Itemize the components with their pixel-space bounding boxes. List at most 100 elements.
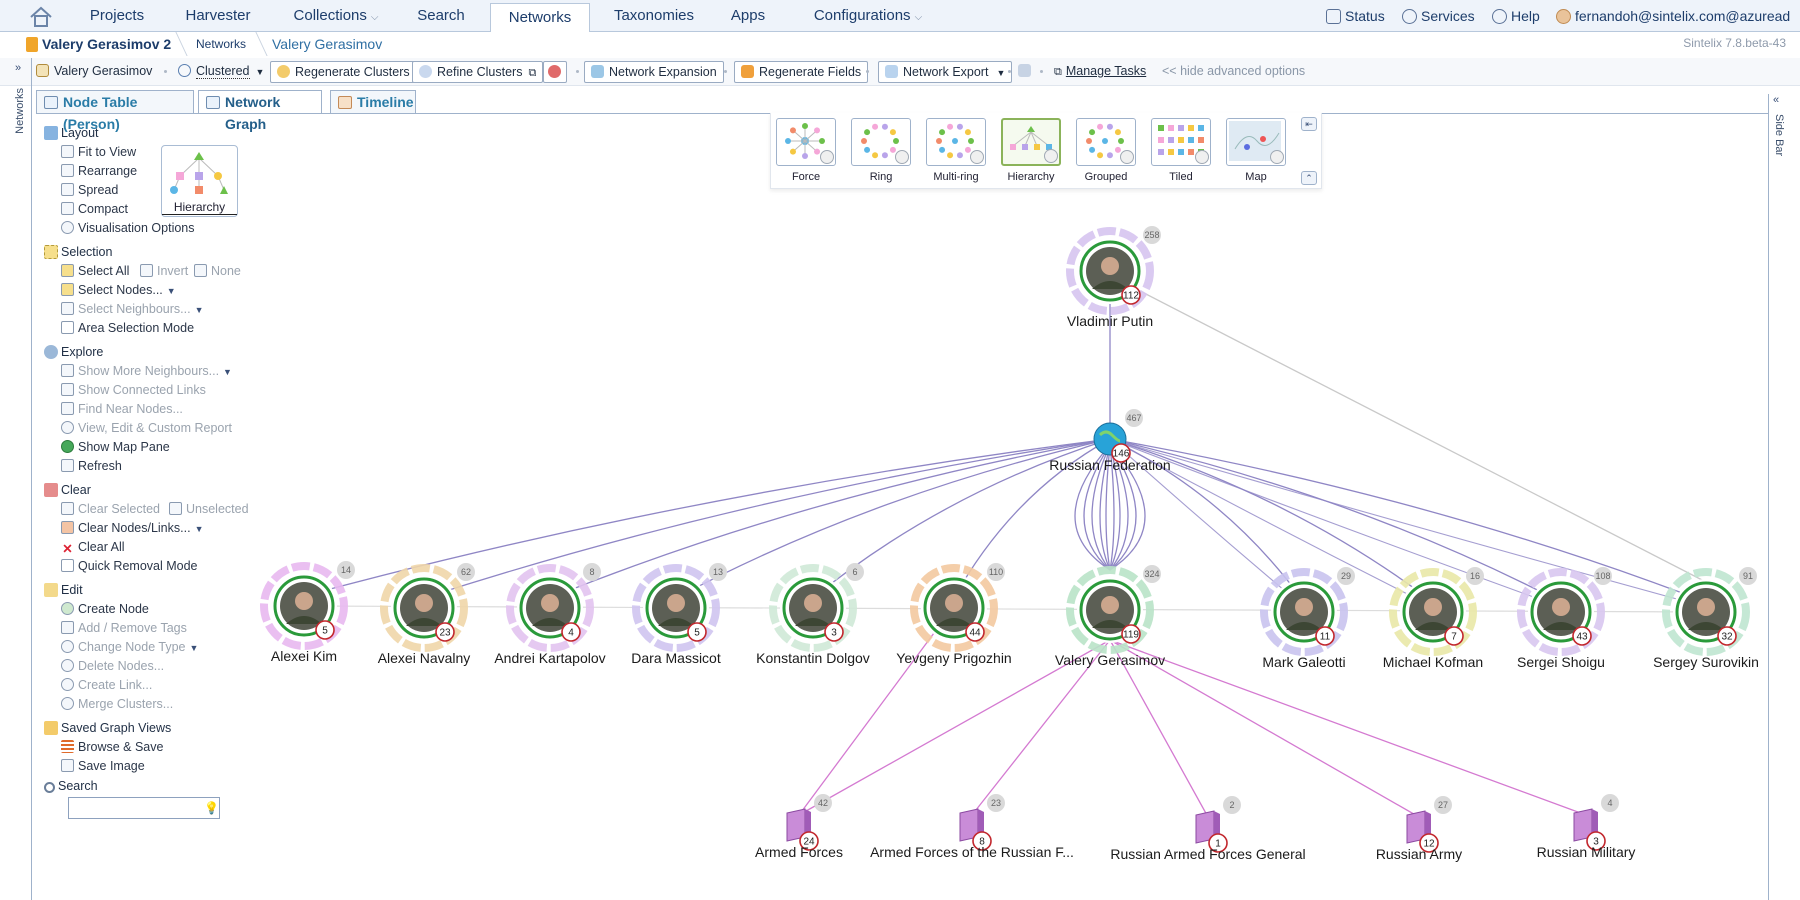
nav-tab-networks-label: Networks: [508, 9, 572, 26]
clear-unselected-icon: [169, 502, 182, 515]
nav-tab-projects[interactable]: Projects: [76, 0, 158, 32]
browse-save-button[interactable]: Browse & Save: [61, 740, 163, 758]
search-input[interactable]: [68, 797, 220, 819]
layout-option-multi-ring[interactable]: Multi-ring: [926, 118, 986, 188]
layout-settings-icon[interactable]: [1044, 149, 1058, 163]
lightbulb-icon[interactable]: 💡: [204, 801, 219, 815]
layout-option-force[interactable]: Force: [776, 118, 836, 188]
status-link[interactable]: Status: [1326, 0, 1385, 32]
merge-icon: [61, 697, 74, 710]
entity-label: Valery Gerasimov: [54, 64, 153, 78]
show-connected-links-button[interactable]: Show Connected Links: [61, 383, 206, 401]
clear-selected-button[interactable]: Clear Selected: [61, 502, 160, 520]
nav-tab-harvester[interactable]: Harvester: [170, 0, 266, 32]
layout-option-grouped[interactable]: Grouped: [1076, 118, 1136, 188]
dropdown-arrow-icon: ▼: [194, 524, 204, 534]
cluster-settings-button[interactable]: [543, 61, 567, 83]
invert-selection-button[interactable]: Invert: [140, 264, 188, 282]
area-selection-mode-label: Area Selection Mode: [78, 321, 195, 335]
expansion-icon: [591, 65, 604, 78]
refresh-button[interactable]: Refresh: [61, 459, 122, 477]
compact-button[interactable]: Compact: [61, 202, 128, 220]
refine-clusters-button[interactable]: Refine Clusters ⧉: [412, 61, 544, 83]
create-node-button[interactable]: Create Node: [61, 602, 149, 620]
layout-option-hierarchy[interactable]: Hierarchy: [1001, 118, 1061, 188]
cluster-icon: [178, 64, 191, 77]
hide-advanced-options-link[interactable]: << hide advanced options: [1156, 61, 1311, 83]
entity-selector[interactable]: Valery Gerasimov: [30, 61, 158, 83]
nav-tab-configurations[interactable]: Configurations ⌵: [802, 0, 934, 32]
status-label: Status: [1345, 8, 1385, 24]
tab-network-graph[interactable]: Network Graph: [198, 90, 322, 132]
rearrange-button[interactable]: Rearrange: [61, 164, 137, 182]
explore-section-title: Explore: [61, 345, 104, 359]
visualisation-options-button[interactable]: Visualisation Options: [61, 221, 195, 239]
clear-unselected-button[interactable]: Unselected: [169, 502, 249, 520]
network-export-button[interactable]: Network Export ▼: [878, 61, 1013, 83]
print-button[interactable]: [1012, 61, 1042, 83]
services-link[interactable]: Services: [1402, 0, 1475, 32]
show-more-neighbours-dropdown[interactable]: Show More Neighbours... ▼: [61, 364, 232, 382]
network-expansion-label: Network Expansion: [609, 65, 717, 79]
nav-tab-networks[interactable]: Networks: [490, 3, 590, 33]
home-icon[interactable]: [28, 6, 54, 28]
collapse-panel-button[interactable]: ⌃: [1301, 171, 1317, 185]
layout-settings-icon[interactable]: [1195, 150, 1209, 164]
layout-settings-icon[interactable]: [1120, 150, 1134, 164]
area-selection-mode-checkbox[interactable]: Area Selection Mode: [61, 321, 194, 339]
add-remove-tags-button[interactable]: Add / Remove Tags: [61, 621, 187, 639]
tab-timeline[interactable]: Timeline: [330, 90, 416, 114]
select-nodes-dropdown[interactable]: Select Nodes... ▼: [61, 283, 176, 301]
nav-tab-apps[interactable]: Apps: [716, 0, 780, 32]
toolbar-separator: [1008, 70, 1011, 73]
change-node-type-dropdown[interactable]: Change Node Type ▼: [61, 640, 198, 658]
networks-side-strip[interactable]: » Networks: [12, 58, 32, 900]
create-link-button[interactable]: Create Link...: [61, 678, 152, 696]
explore-section-header: Explore: [44, 345, 103, 363]
fit-to-view-button[interactable]: Fit to View: [61, 145, 136, 163]
save-image-label: Save Image: [78, 759, 145, 773]
current-layout-indicator[interactable]: Hierarchy: [161, 145, 238, 217]
pin-panel-button[interactable]: ⇤: [1301, 117, 1317, 131]
user-menu[interactable]: fernandoh@sintelix.com@azuread: [1556, 0, 1790, 32]
layout-option-tiled[interactable]: Tiled: [1151, 118, 1211, 188]
layout-settings-icon[interactable]: [970, 150, 984, 164]
find-near-nodes-label: Find Near Nodes...: [78, 402, 183, 416]
node-type-icon: [61, 640, 74, 653]
layout-option-ring[interactable]: Ring: [851, 118, 911, 188]
clustered-dropdown[interactable]: Clustered ▼: [172, 61, 270, 83]
nav-tab-taxonomies[interactable]: Taxonomies: [598, 0, 710, 32]
select-neighbours-dropdown[interactable]: Select Neighbours... ▼: [61, 302, 203, 320]
layout-settings-icon[interactable]: [820, 150, 834, 164]
layout-option-map[interactable]: Map: [1226, 118, 1286, 188]
nav-tab-collections[interactable]: Collections ⌵: [278, 0, 394, 32]
clear-nodes-links-dropdown[interactable]: Clear Nodes/Links... ▼: [61, 521, 203, 539]
nav-tab-search[interactable]: Search: [402, 0, 480, 32]
select-all-button[interactable]: Select All: [61, 264, 129, 282]
tag-icon: [61, 621, 74, 634]
manage-tasks-link[interactable]: ⧉ Manage Tasks: [1048, 61, 1152, 83]
delete-nodes-button[interactable]: Delete Nodes...: [61, 659, 164, 677]
layout-settings-icon[interactable]: [1270, 150, 1284, 164]
tab-node-table[interactable]: Node Table (Person): [36, 90, 194, 132]
quick-removal-mode-checkbox[interactable]: Quick Removal Mode: [61, 559, 198, 577]
select-none-label: None: [211, 264, 241, 278]
help-link[interactable]: Help: [1492, 0, 1540, 32]
save-image-button[interactable]: Save Image: [61, 759, 145, 777]
regenerate-clusters-button[interactable]: Regenerate Clusters: [270, 61, 417, 83]
clear-all-button[interactable]: ✕ Clear All: [61, 540, 124, 558]
expand-icon[interactable]: »: [15, 62, 21, 74]
side-bar-strip[interactable]: « Side Bar: [1768, 94, 1788, 900]
spread-button[interactable]: Spread: [61, 183, 118, 201]
breadcrumb-root[interactable]: Valery Gerasimov 2: [26, 36, 171, 52]
collapse-icon[interactable]: «: [1773, 94, 1779, 106]
view-edit-report-button[interactable]: View, Edit & Custom Report: [61, 421, 232, 439]
merge-clusters-button[interactable]: Merge Clusters...: [61, 697, 173, 715]
network-expansion-button[interactable]: Network Expansion: [584, 61, 724, 83]
find-near-nodes-button[interactable]: Find Near Nodes...: [61, 402, 183, 420]
breadcrumb-networks[interactable]: Networks: [196, 37, 246, 51]
layout-settings-icon[interactable]: [895, 150, 909, 164]
regenerate-fields-button[interactable]: Regenerate Fields: [734, 61, 869, 83]
show-map-pane-button[interactable]: Show Map Pane: [61, 440, 170, 458]
select-none-button[interactable]: None: [194, 264, 241, 282]
